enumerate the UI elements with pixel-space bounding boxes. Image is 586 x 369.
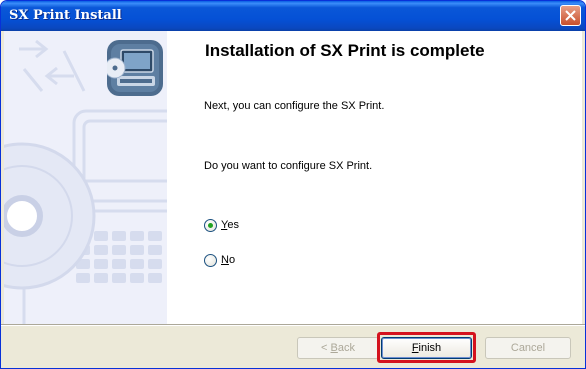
- finish-highlight: [377, 332, 476, 363]
- side-graphic-panel: [4, 31, 167, 324]
- radio-no[interactable]: No: [204, 252, 235, 268]
- radio-no-label[interactable]: No: [221, 254, 235, 266]
- radio-yes[interactable]: Yes: [204, 217, 239, 233]
- close-icon: [565, 10, 576, 21]
- installer-window: SX Print Install Installation of SX Prin…: [0, 0, 586, 369]
- title-bar[interactable]: SX Print Install: [1, 1, 585, 31]
- close-button[interactable]: [560, 5, 581, 26]
- radio-no-button[interactable]: [204, 253, 217, 267]
- page-title: Installation of SX Print is complete: [205, 41, 485, 60]
- question-text: Do you want to configure SX Print.: [204, 160, 373, 172]
- cancel-button[interactable]: Cancel: [485, 337, 571, 359]
- button-separator: [1, 324, 585, 326]
- back-button[interactable]: < Back: [297, 337, 379, 359]
- radio-yes-label[interactable]: Yes: [221, 219, 239, 231]
- monitor-icon: [107, 40, 163, 96]
- wizard-content: Installation of SX Print is complete Nex…: [4, 31, 582, 324]
- radio-yes-button[interactable]: [204, 218, 217, 232]
- info-text: Next, you can configure the SX Print.: [204, 100, 385, 112]
- window-title: SX Print Install: [9, 8, 122, 23]
